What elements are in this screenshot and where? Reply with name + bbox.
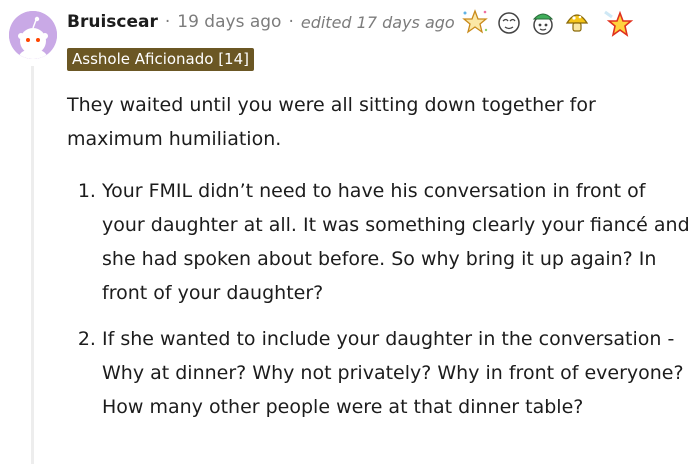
comment-body: They waited until you were all sitting d… — [67, 88, 692, 436]
numbered-list: Your FMIL didn’t need to have his conver… — [67, 174, 692, 424]
sparkle-star-award-icon[interactable] — [461, 8, 489, 36]
list-item: If she wanted to include your daughter i… — [102, 322, 692, 424]
face-award-icon[interactable] — [495, 8, 523, 36]
separator: · — [288, 12, 294, 32]
separator: · — [164, 12, 171, 32]
edited-label: edited 17 days ago — [300, 12, 455, 32]
comment-header: Bruiscear · 19 days ago · edited 17 days… — [67, 8, 637, 37]
glowing-star-award-icon[interactable] — [603, 8, 633, 37]
username[interactable]: Bruiscear — [67, 12, 158, 32]
gold-mushroom-award-icon[interactable] — [563, 8, 591, 36]
thread-line[interactable] — [31, 66, 34, 464]
hat-face-award-icon[interactable] — [529, 8, 557, 36]
user-flair: Asshole Aficionado [14] — [67, 48, 254, 71]
awards — [461, 8, 637, 37]
comment-paragraph: They waited until you were all sitting d… — [67, 94, 596, 150]
snoo-avatar-icon — [9, 11, 57, 59]
list-item: Your FMIL didn’t need to have his conver… — [102, 174, 692, 310]
timestamp[interactable]: 19 days ago — [177, 12, 281, 32]
avatar[interactable] — [9, 11, 57, 59]
